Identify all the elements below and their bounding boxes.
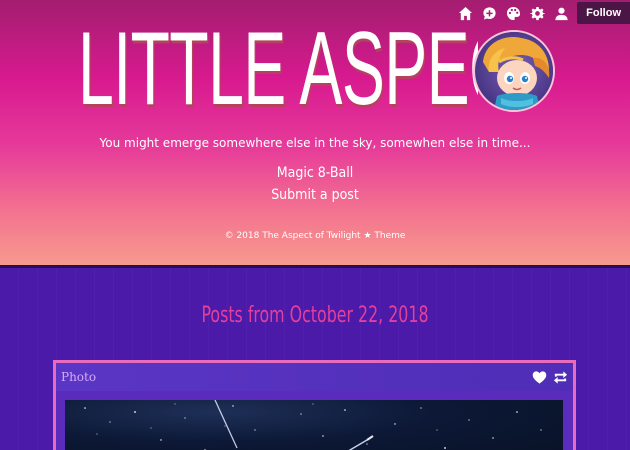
post-photo[interactable] [65,400,563,450]
site-title-text: LITTLE ASPECT [78,16,478,126]
avatar[interactable] [473,30,555,112]
post-type-label[interactable]: Photo [61,370,96,384]
post-header: Photo [56,363,573,391]
reblog-icon[interactable] [553,370,568,385]
blog-header: Follow LITTLE ASPECT [0,0,630,268]
follow-button[interactable]: Follow [577,2,630,24]
theme-credit[interactable]: © 2018 The Aspect of Twilight ★ Theme [0,231,630,241]
top-toolbar: Follow [453,2,630,24]
avatar-image [475,32,553,110]
post-card: Photo [53,360,576,450]
nav-link-magic-8-ball[interactable]: Magic 8-Ball [0,165,630,181]
chat-icon[interactable] [477,2,501,24]
archive-title: Posts from October 22, 2018 [201,303,429,328]
gear-icon[interactable] [525,2,549,24]
starry-sky-image [84,400,542,450]
post-actions [532,370,568,385]
palette-icon[interactable] [501,2,525,24]
nav-link-submit-post[interactable]: Submit a post [0,187,630,203]
site-title[interactable]: LITTLE ASPECT [78,16,478,126]
blog-tagline: You might emerge somewhere else in the s… [99,136,531,150]
user-icon[interactable] [549,2,573,24]
heart-icon[interactable] [532,370,547,385]
